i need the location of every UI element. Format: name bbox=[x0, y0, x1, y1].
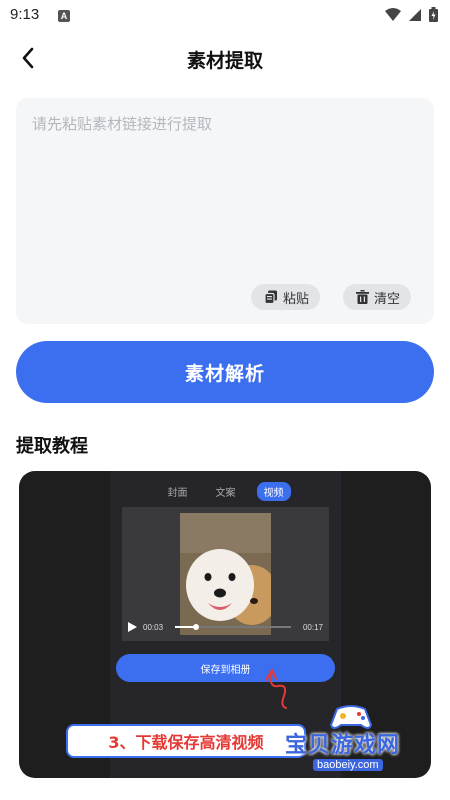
trash-icon bbox=[356, 290, 369, 304]
step-caption: 3、下载保存高清视频 bbox=[66, 724, 306, 758]
duration: 00:17 bbox=[302, 622, 323, 632]
status-bar: 9:13 A bbox=[0, 0, 450, 34]
link-input-card: 粘贴 清空 bbox=[16, 98, 434, 324]
status-icons bbox=[385, 7, 438, 22]
watermark-text: 宝贝游戏网 bbox=[285, 733, 401, 758]
signal-icon bbox=[409, 8, 421, 21]
battery-icon bbox=[429, 7, 438, 22]
paste-button[interactable]: 粘贴 bbox=[251, 284, 321, 310]
video-progress-track bbox=[175, 624, 291, 630]
clear-label: 清空 bbox=[374, 291, 401, 307]
a-icon: A bbox=[58, 10, 70, 22]
tutorial-tab-cover: 封面 bbox=[167, 488, 188, 499]
video-progress-knob bbox=[192, 624, 199, 630]
tutorial-image: 封面 文案 视频 00:03 00:17 保存到相册 3、下载保存高清视频 宝贝… bbox=[19, 471, 431, 778]
tutorial-video-controls: 00:03 00:17 bbox=[122, 617, 329, 637]
paste-label: 粘贴 bbox=[283, 291, 310, 307]
current-time: 00:03 bbox=[143, 622, 164, 632]
paste-icon bbox=[264, 290, 277, 304]
clear-button[interactable]: 清空 bbox=[343, 284, 412, 310]
tutorial-tab-copy: 文案 bbox=[215, 488, 236, 499]
tutorial-tab-video: 视频 bbox=[256, 482, 291, 501]
parse-button[interactable]: 素材解析 bbox=[16, 341, 434, 403]
wifi-icon bbox=[385, 7, 401, 21]
status-time: 9:13 bbox=[10, 6, 40, 23]
watermark-url: baobeiy.com bbox=[313, 759, 383, 771]
watermark: 宝贝游戏网 baobeiy.com bbox=[279, 703, 431, 773]
play-icon bbox=[128, 622, 137, 632]
header: 素材提取 bbox=[0, 34, 450, 82]
link-input[interactable] bbox=[16, 98, 434, 278]
tutorial-tabs: 封面 文案 视频 bbox=[110, 482, 341, 501]
tutorial-title: 提取教程 bbox=[16, 436, 88, 457]
page-title: 素材提取 bbox=[186, 50, 263, 72]
tutorial-save-button: 保存到相册 bbox=[116, 654, 335, 682]
